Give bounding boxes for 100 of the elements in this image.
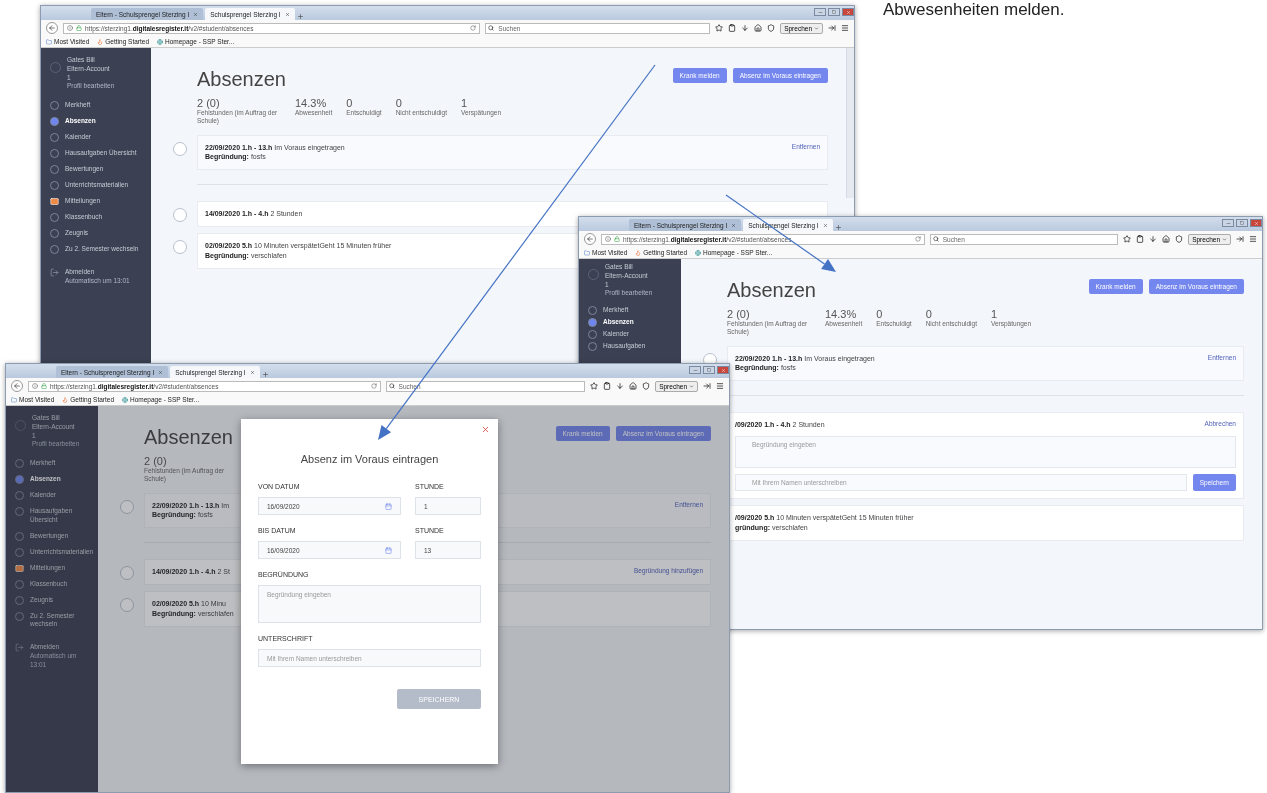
globe-icon (122, 396, 129, 403)
reload-icon[interactable] (914, 236, 921, 242)
menu-icon[interactable] (841, 24, 849, 32)
minimize-icon (692, 367, 698, 373)
star-icon[interactable] (590, 382, 599, 390)
menu-icon[interactable] (716, 382, 724, 390)
close-icon (845, 9, 851, 15)
close-button[interactable] (481, 425, 490, 434)
download-icon[interactable] (741, 24, 750, 32)
flame-icon (97, 38, 104, 45)
back-button[interactable] (584, 233, 596, 245)
close-icon (731, 222, 737, 228)
timeline-dot (120, 566, 134, 581)
caret-icon (1222, 236, 1227, 242)
mail-icon (15, 563, 24, 573)
reload-icon[interactable] (470, 25, 477, 31)
mail-icon (50, 197, 59, 207)
back-button[interactable] (46, 22, 58, 34)
minimize-button[interactable] (814, 8, 826, 16)
shield-icon[interactable] (642, 382, 651, 390)
arrow-left-icon (48, 24, 56, 32)
close-icon (158, 369, 164, 375)
star-icon[interactable] (1123, 235, 1132, 243)
plus-icon (297, 13, 305, 20)
page-title: Absenzen (197, 68, 286, 91)
reload-icon[interactable] (370, 383, 377, 389)
star-icon[interactable] (715, 24, 724, 32)
shield-icon[interactable] (767, 24, 776, 32)
clipboard-icon[interactable] (728, 24, 737, 32)
flame-icon (635, 249, 642, 256)
close-icon (1253, 220, 1259, 226)
page-title: Absenzen (144, 426, 233, 449)
download-icon[interactable] (616, 382, 625, 390)
minimize-button[interactable] (1222, 219, 1234, 227)
caret-icon (689, 383, 694, 389)
back-button[interactable] (11, 380, 23, 392)
download-icon[interactable] (1149, 235, 1158, 243)
maximize-button[interactable] (1236, 219, 1248, 227)
stat-value: 0 (925, 308, 933, 320)
logout-icon (15, 643, 24, 653)
radio-circle (15, 475, 24, 485)
close-icon (720, 367, 726, 373)
info-icon (605, 236, 611, 242)
lock-icon (41, 383, 47, 389)
maximize-icon (1240, 221, 1244, 225)
home-icon[interactable] (629, 382, 638, 390)
home-icon[interactable] (754, 24, 763, 32)
close-icon (285, 11, 291, 17)
home-icon[interactable] (1162, 235, 1171, 243)
folder-icon (11, 396, 17, 403)
minimize-button[interactable] (689, 366, 701, 374)
stat-value: 0 (395, 97, 403, 109)
timeline-dot (120, 598, 134, 612)
new-tab-button[interactable] (297, 13, 305, 20)
minimize-icon (1225, 220, 1231, 226)
globe-icon (695, 249, 702, 256)
arrow-left-icon (13, 382, 21, 390)
flame-icon (62, 396, 69, 403)
close-icon (823, 222, 829, 228)
timeline-dot (120, 499, 134, 514)
scrollbar[interactable] (846, 48, 854, 198)
info-icon (32, 383, 38, 389)
new-tab-button[interactable] (262, 371, 270, 378)
maximize-button[interactable] (703, 366, 715, 374)
timeline-dot (173, 208, 187, 223)
stat-value: 2 (0) (144, 455, 167, 467)
close-icon (481, 425, 490, 434)
shield-icon[interactable] (1175, 235, 1184, 243)
maximize-button[interactable] (828, 8, 840, 16)
globe-icon (157, 38, 164, 45)
lock-icon (76, 25, 82, 31)
stat-value: 14.3% (825, 308, 858, 320)
page-title: Absenzen (727, 279, 816, 302)
calendar-icon (385, 502, 392, 510)
caret-icon (814, 25, 819, 31)
arrow-to-line-icon[interactable] (828, 24, 836, 32)
arrow-to-line-icon[interactable] (1236, 235, 1244, 243)
logout-icon (50, 268, 59, 278)
lock-icon (614, 236, 620, 242)
menu-icon[interactable] (1249, 235, 1257, 243)
info-icon (67, 25, 73, 31)
timeline-dot (173, 240, 187, 254)
search-icon (488, 25, 495, 31)
radio-circle (50, 117, 59, 127)
search-icon (932, 236, 939, 242)
stat-value: 2 (0) (197, 97, 220, 109)
stat-value: 1 (990, 308, 999, 320)
new-tab-button[interactable] (835, 224, 843, 231)
search-icon (388, 383, 395, 389)
slide-caption: Abwesenheiten melden. (883, 0, 1065, 20)
stat-value: 0 (346, 97, 354, 109)
clipboard-icon[interactable] (1136, 235, 1145, 243)
minimize-icon (817, 9, 823, 15)
stat-value: 1 (460, 97, 469, 109)
folder-icon (46, 38, 52, 45)
stat-value: 14.3% (295, 97, 328, 109)
maximize-icon (832, 10, 836, 14)
stat-value: 2 (0) (727, 308, 750, 320)
arrow-to-line-icon[interactable] (703, 382, 711, 390)
clipboard-icon[interactable] (603, 382, 612, 390)
